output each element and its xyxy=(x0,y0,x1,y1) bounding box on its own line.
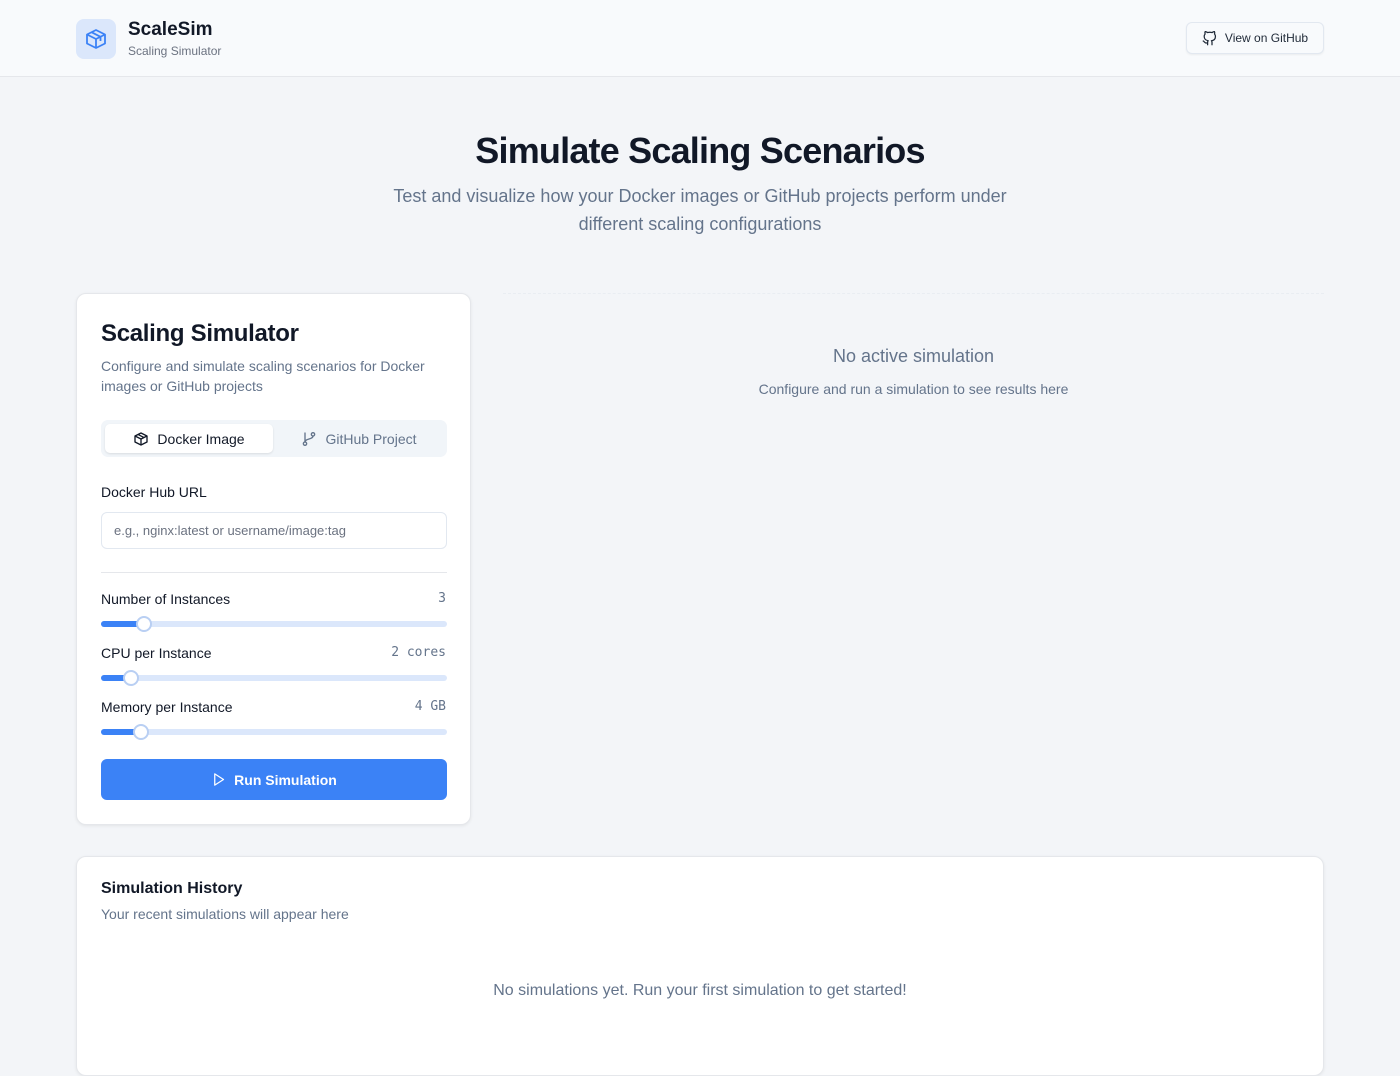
history-subtitle: Your recent simulations will appear here xyxy=(101,906,349,922)
top-bar: ScaleSim Scaling Simulator View on GitHu… xyxy=(0,0,1400,77)
tab-docker-image[interactable]: Docker Image xyxy=(105,424,273,453)
memory-label: Memory per Instance xyxy=(101,699,233,715)
package-icon xyxy=(134,431,149,446)
instances-slider[interactable] xyxy=(101,616,447,632)
memory-value: 4 GB xyxy=(414,699,446,714)
results-panel: No active simulation Configure and run a… xyxy=(503,293,1324,825)
brand[interactable]: ScaleSim Scaling Simulator xyxy=(76,18,221,59)
hero-title: Simulate Scaling Scenarios xyxy=(475,130,925,171)
instances-value: 3 xyxy=(438,591,446,606)
run-button-label: Run Simulation xyxy=(234,771,337,788)
simulation-history-card: Simulation History Your recent simulatio… xyxy=(76,856,1324,1076)
history-empty-message: No simulations yet. Run your first simul… xyxy=(493,982,907,999)
play-icon xyxy=(214,773,225,786)
cpu-slider-thumb[interactable] xyxy=(123,670,140,686)
git-branch-icon xyxy=(303,431,316,446)
url-label: Docker Hub URL xyxy=(101,484,207,500)
cpu-slider[interactable] xyxy=(101,670,447,686)
empty-state-title: No active simulation xyxy=(832,346,995,366)
app-name: ScaleSim xyxy=(128,19,213,40)
tab-github-label: GitHub Project xyxy=(325,430,417,447)
run-simulation-button[interactable]: Run Simulation xyxy=(101,759,447,800)
docker-url-input[interactable] xyxy=(101,512,447,549)
card-title: Scaling Simulator xyxy=(101,320,299,347)
history-title: Simulation History xyxy=(101,880,243,897)
empty-state-subtitle: Configure and run a simulation to see re… xyxy=(758,381,1069,397)
view-on-github-button[interactable]: View on GitHub xyxy=(1186,22,1324,54)
simulator-card: Scaling Simulator Configure and simulate… xyxy=(76,293,471,825)
card-description: Configure and simulate scaling scenarios… xyxy=(101,358,425,394)
instances-label: Number of Instances xyxy=(101,591,231,607)
app-subtitle: Scaling Simulator xyxy=(128,44,222,58)
instances-slider-thumb[interactable] xyxy=(136,616,153,632)
cpu-label: CPU per Instance xyxy=(101,645,212,661)
cpu-value: 2 cores xyxy=(391,645,446,660)
github-button-label: View on GitHub xyxy=(1224,31,1309,45)
logo-icon xyxy=(76,18,116,59)
tab-github-project[interactable]: GitHub Project xyxy=(275,424,443,453)
memory-slider[interactable] xyxy=(101,724,447,740)
github-icon xyxy=(1202,30,1216,45)
source-tabs: Docker Image GitHub Project xyxy=(101,420,447,457)
memory-slider-thumb[interactable] xyxy=(133,724,150,740)
tab-docker-label: Docker Image xyxy=(157,430,245,447)
divider xyxy=(101,572,447,573)
hero-subtitle: Test and visualize how your Docker image… xyxy=(393,186,1007,234)
